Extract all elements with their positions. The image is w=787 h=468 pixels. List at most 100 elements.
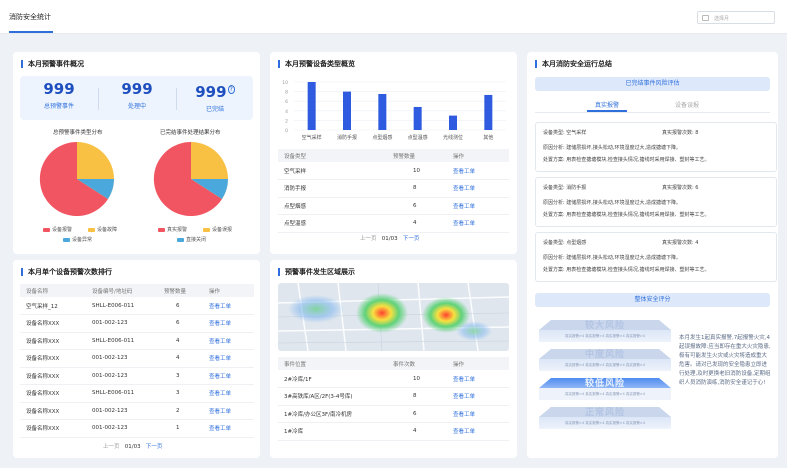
cell: 001-002-123	[92, 419, 164, 438]
table-row: 设备名称XXX 001-002-123 6 查看工单	[20, 314, 254, 333]
bar[interactable]	[484, 94, 493, 130]
next-page-button[interactable]: 下一页	[403, 236, 420, 242]
cell: 设备名称XXX	[20, 314, 92, 333]
month-placeholder: 选择月	[714, 16, 730, 22]
cell: 001-002-123	[92, 314, 164, 333]
stat-total-label: 总预警事件	[43, 103, 74, 110]
cell: 1#冷库	[278, 422, 393, 441]
view-order-link[interactable]: 查看工单	[453, 214, 509, 233]
y-tick-label: 8	[285, 90, 288, 96]
tab-false-alarm[interactable]: 设备误报	[675, 100, 699, 109]
table-row: 3#高铁库/A区/2F(3-4号库) 8 查看工单	[278, 387, 509, 406]
next-page-button[interactable]: 下一页	[146, 444, 163, 450]
cell: 8	[393, 179, 453, 198]
event-count: 真实报警次数: 8	[662, 130, 699, 136]
view-order-link[interactable]: 查看工单	[453, 179, 509, 198]
pie2-title: 已完结事件处理结果分布	[160, 130, 221, 136]
x-tick-label: 消防手报	[337, 134, 357, 141]
view-order-link[interactable]: 查看工单	[209, 367, 254, 385]
summary-title: 本月消防安全运行总结	[535, 60, 612, 68]
bar[interactable]	[343, 91, 351, 130]
bar[interactable]	[413, 106, 422, 130]
table-header-row: 设备类型 预警数量 操作	[278, 149, 509, 162]
table-row: 1#冷库/办公区3F/南冷机房 6 查看工单	[278, 405, 509, 423]
pie2-chart	[153, 141, 228, 216]
view-order-link[interactable]: 查看工单	[453, 405, 509, 423]
pie1-chart	[39, 141, 114, 216]
x-tick-label: 其他	[483, 134, 493, 141]
prev-page-button[interactable]: 上一页	[360, 236, 377, 242]
cell: 8	[393, 387, 453, 406]
view-order-link[interactable]: 查看工单	[209, 349, 254, 368]
view-order-link[interactable]: 查看工单	[209, 297, 254, 315]
device-pager: 上一页 01/03 下一页	[360, 234, 419, 242]
cell: SHLL-E006-011	[92, 332, 164, 350]
ranking-title: 本月单个设备预警次数排行	[21, 268, 112, 276]
page-indicator: 01/03	[124, 444, 141, 450]
pie2-legend-closed: 直接关闭	[177, 236, 206, 243]
month-picker[interactable]: 选择月	[697, 11, 775, 24]
cell: 4	[164, 349, 209, 368]
pie2-legend-real: 真实报警	[158, 226, 187, 233]
cell: 2	[164, 402, 209, 420]
bar[interactable]	[378, 94, 387, 130]
cell: 设备名称XXX	[20, 402, 92, 420]
cell: 2#冷库/1F	[278, 370, 393, 388]
table-row: 设备名称XXX 001-002-123 3 查看工单	[20, 367, 254, 385]
cell: 1	[164, 419, 209, 438]
view-order-link[interactable]: 查看工单	[209, 332, 254, 350]
cell: 001-002-123	[92, 367, 164, 385]
event-cause: 原因分析: 建储层损坏,接头松动,环境湿度过大,造成搪塘下降。	[543, 200, 682, 206]
bar[interactable]	[307, 82, 316, 130]
table-header-row: 事件位置 事件次数 操作	[278, 357, 509, 370]
view-order-link[interactable]: 查看工单	[453, 422, 509, 441]
ranking-table: 设备名称 设备编号/地址码 预警数量 操作 空气采样_12 SHLL-E006-0…	[20, 284, 254, 438]
cell: 设备名称XXX	[20, 384, 92, 403]
stat-processing[interactable]: 999 处理中	[107, 80, 167, 111]
cell: 设备名称XXX	[20, 419, 92, 438]
stat-closed[interactable]: 999? 已完结	[185, 81, 245, 113]
view-order-link[interactable]: 查看工单	[453, 162, 509, 180]
cell: 设备名称XXX	[20, 367, 92, 385]
tab-real-alarm[interactable]: 真实报警	[595, 100, 619, 109]
table-row: 设备名称XXX 001-002-123 2 查看工单	[20, 402, 254, 420]
prev-page-button[interactable]: 上一页	[103, 444, 120, 450]
tab-fire-safety-stats[interactable]: 消防安全统计	[9, 12, 51, 22]
view-order-link[interactable]: 查看工单	[209, 402, 254, 420]
x-tick-label: 点型烟感	[372, 134, 392, 141]
stat-processing-value: 999	[121, 80, 153, 98]
cell: 10	[393, 370, 453, 388]
stat-total[interactable]: 999 总预警事件	[29, 81, 89, 111]
view-order-link[interactable]: 查看工单	[209, 384, 254, 403]
y-tick-label: 10	[282, 80, 288, 86]
pie1-title: 总预警事件类型分布	[53, 130, 103, 136]
view-order-link[interactable]: 查看工单	[453, 370, 509, 388]
closed-eval-header: 已完结事件风险评估	[535, 77, 770, 91]
cell: 设备名称XXX	[20, 349, 92, 368]
bar[interactable]	[449, 115, 457, 130]
event-card: 设备类型: 消防手报 真实报警次数: 6 原因分析: 建储层损坏,接头松动,环境…	[535, 177, 777, 227]
y-tick-label: 6	[285, 99, 288, 105]
risk-level-low: 较低风险	[584, 379, 625, 389]
cell: 4	[164, 332, 209, 350]
ranking-pager: 上一页 01/03 下一页	[103, 442, 162, 450]
event-cause: 原因分析: 建储层损坏,接头松动,环境湿度过大,造成搪塘下降。	[543, 145, 682, 151]
device-type-bar-chart: 10 8 6 4 2 0 空气采样 消防手报 点型烟感 点型温感 光线测位 其他	[282, 80, 506, 141]
pie1-legend-abnormal: 设备异常	[63, 236, 92, 243]
event-handle: 处置方案: 用表检查搪塘模块,检查接头情况,搪线时采用焊接、塑封等工艺。	[543, 212, 710, 218]
top-bar: 消防安全统计 选择月	[0, 0, 787, 34]
help-icon[interactable]: ?	[227, 85, 235, 94]
cell: 6	[393, 405, 453, 423]
view-order-link[interactable]: 查看工单	[453, 387, 509, 406]
heatmap-map[interactable]	[278, 283, 509, 351]
risk-level-normal-desc: 真实报警>4 真实报警>4 真实报警>4 真实报警>4	[565, 421, 645, 425]
cell: 点型烟感	[278, 197, 393, 215]
col-location: 事件位置	[278, 357, 393, 370]
view-order-link[interactable]: 查看工单	[209, 419, 254, 438]
view-order-link[interactable]: 查看工单	[209, 314, 254, 333]
view-order-link[interactable]: 查看工单	[453, 197, 509, 215]
risk-level-normal: 正常风险	[584, 408, 625, 418]
col-action: 操作	[453, 149, 509, 162]
table-row: 设备名称XXX SHLL-E006-011 3 查看工单	[20, 384, 254, 403]
col-action: 操作	[209, 284, 254, 297]
